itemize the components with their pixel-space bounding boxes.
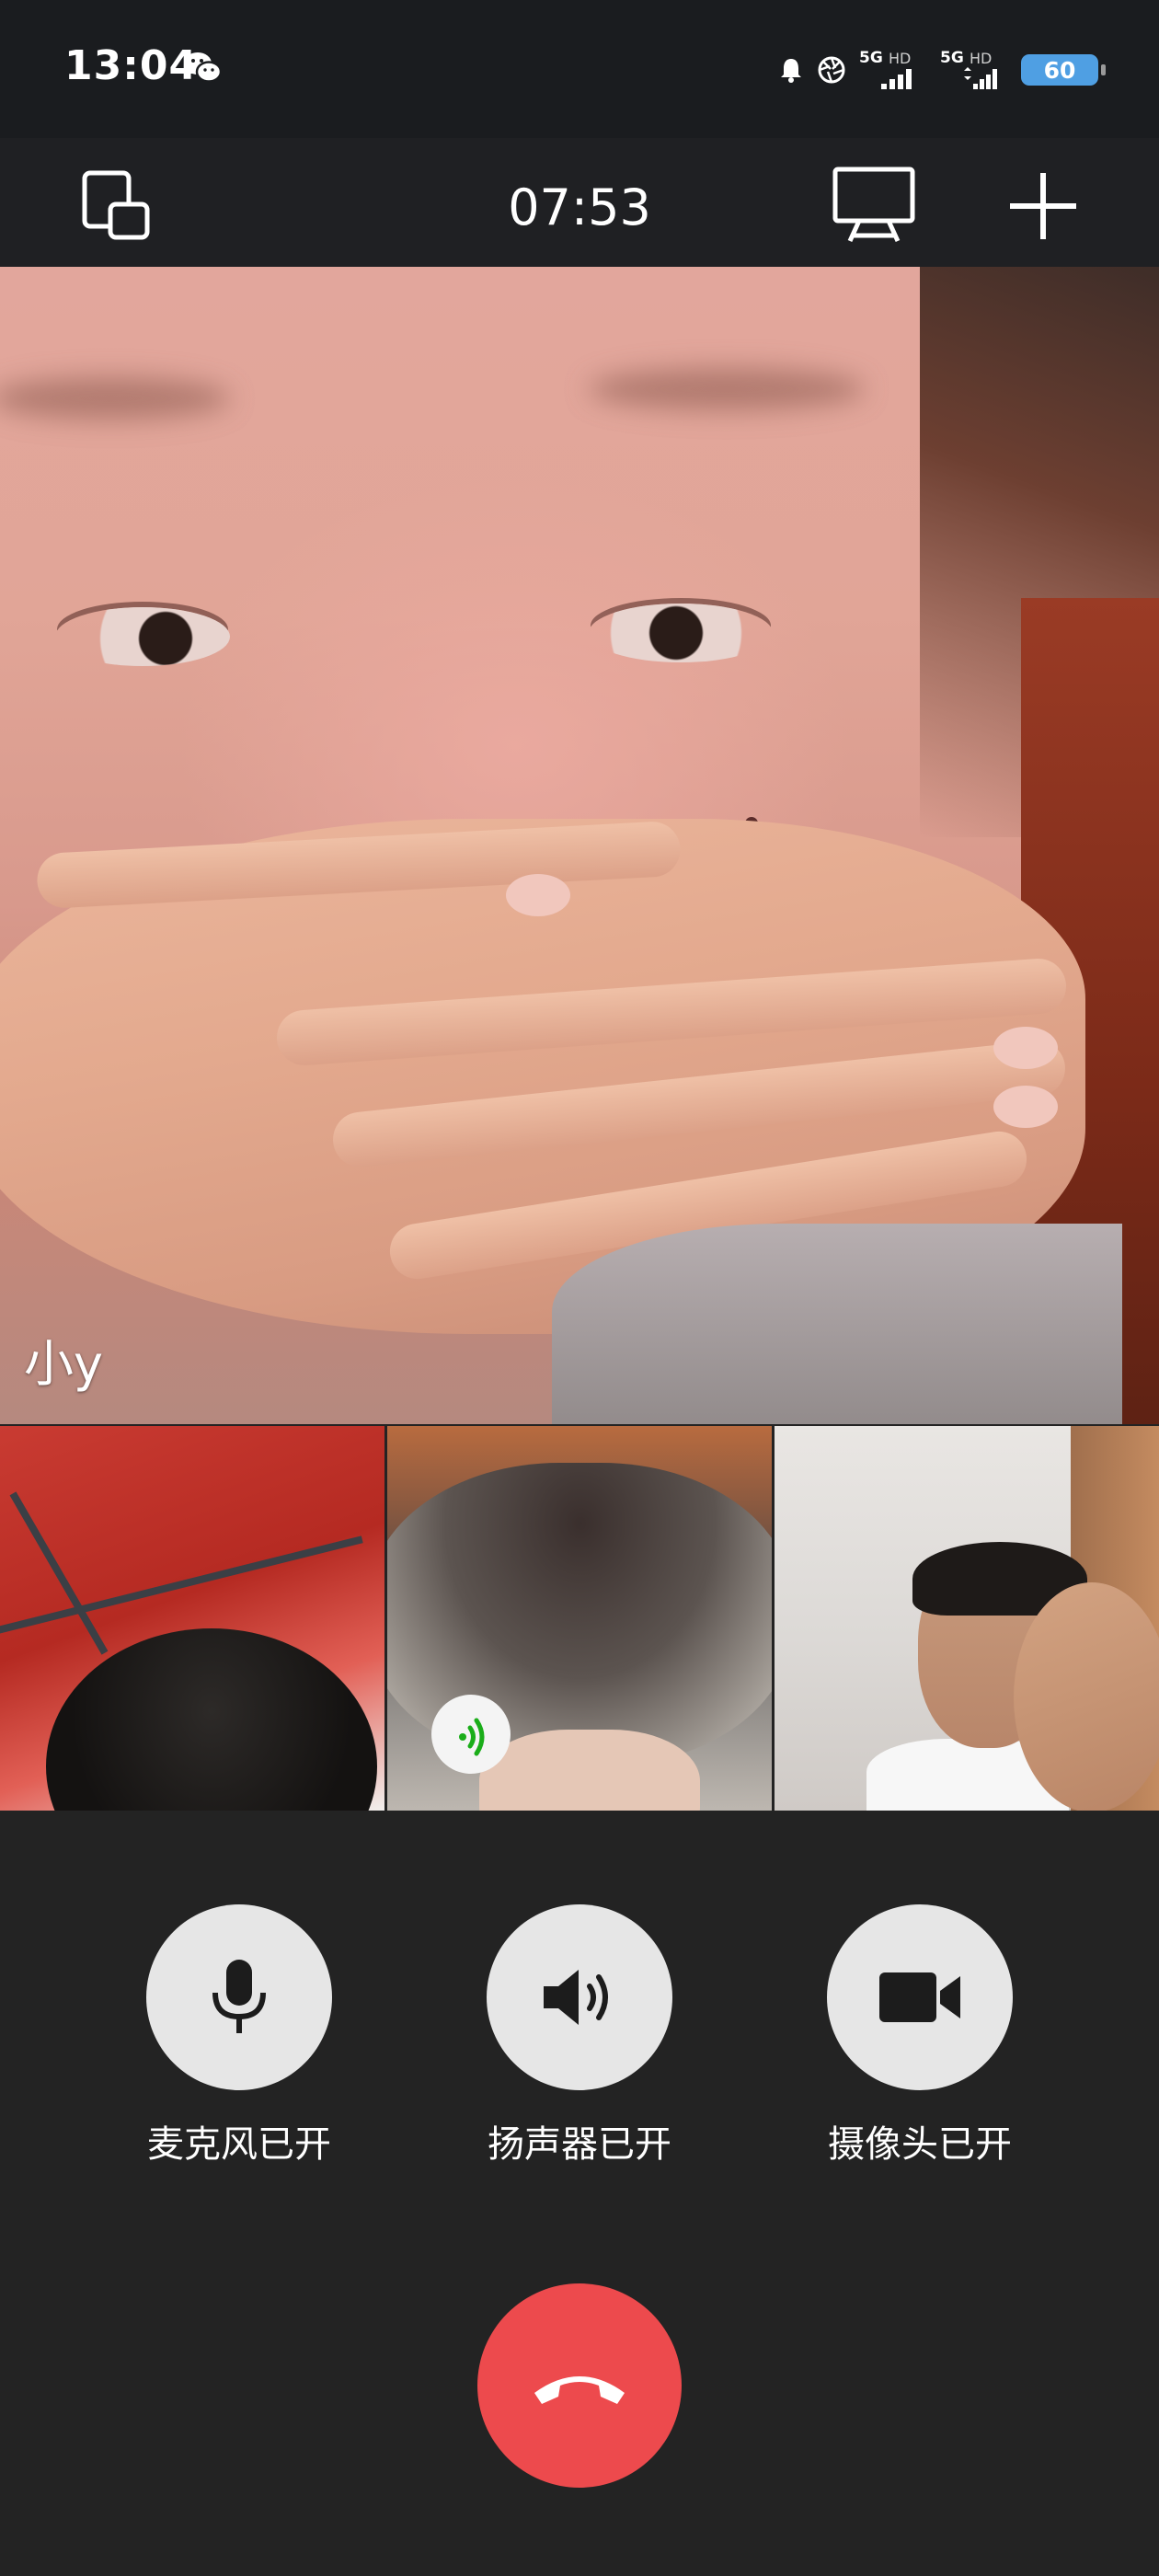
- video-nail: [993, 1027, 1058, 1069]
- network-indicator-2: 5G HD: [940, 49, 1008, 91]
- call-duration: 07:53: [508, 178, 651, 236]
- speaking-indicator: [431, 1695, 511, 1774]
- microphone-button[interactable]: [146, 1904, 332, 2090]
- video-cloth: [552, 1224, 1122, 1424]
- wechat-notification-icon: [184, 52, 223, 83]
- battery-indicator: 60: [1021, 54, 1106, 86]
- participant-thumbnail[interactable]: [775, 1426, 1159, 1811]
- speaker-control: 扬声器已开: [478, 1904, 681, 2168]
- signal-bars-icon: [881, 69, 912, 89]
- thumb-detail: [9, 1491, 109, 1655]
- thumb-arm: [1014, 1582, 1159, 1811]
- participant-name: 小y: [24, 1335, 103, 1393]
- status-bar: 13:04 5G HD 5G HD 60: [0, 0, 1159, 138]
- speaking-wave-icon: [459, 1718, 485, 1756]
- battery-level: 60: [1043, 56, 1076, 84]
- video-nail: [506, 874, 570, 916]
- bell-icon: [781, 59, 801, 83]
- camera-label: 摄像头已开: [828, 2123, 1012, 2166]
- status-time: 13:04: [64, 42, 199, 89]
- network-hd-label: HD: [970, 50, 993, 67]
- aperture-icon: [818, 56, 845, 84]
- microphone-control: 麦克风已开: [138, 1904, 340, 2168]
- camera-control: 摄像头已开: [819, 1904, 1021, 2168]
- network-indicator-1: 5G HD: [859, 49, 927, 91]
- microphone-label: 麦克风已开: [147, 2123, 331, 2166]
- screen-share-icon[interactable]: [832, 166, 916, 245]
- status-right-group: 5G HD 5G HD 60: [778, 48, 1106, 92]
- participant-thumbnail[interactable]: [0, 1426, 384, 1811]
- speaker-label: 扬声器已开: [488, 2123, 671, 2166]
- speaker-icon: [544, 1970, 608, 2025]
- participant-thumbnail[interactable]: [387, 1426, 772, 1811]
- thumb-detail: [0, 1535, 363, 1637]
- network-type-label: 5G: [859, 49, 883, 67]
- add-participant-icon[interactable]: [1006, 169, 1080, 243]
- camera-button[interactable]: [827, 1904, 1013, 2090]
- voip-call-screen: 13:04 5G HD 5G HD 60 07:53 小y 麦克风已开 扬声器已…: [0, 0, 1159, 2576]
- thumb-head: [46, 1628, 377, 1811]
- main-video-feed[interactable]: 小y: [0, 267, 1159, 1424]
- signal-bars-icon: [964, 67, 997, 89]
- video-nail: [993, 1086, 1058, 1128]
- hang-up-button[interactable]: [477, 2283, 682, 2488]
- hang-up-icon: [534, 2376, 625, 2404]
- video-eye: [589, 604, 773, 662]
- video-brow: [589, 368, 865, 410]
- video-eye: [55, 607, 230, 666]
- network-type-label: 5G: [940, 49, 964, 67]
- battery-cap: [1101, 64, 1106, 75]
- video-camera-icon: [879, 1972, 960, 2022]
- video-brow: [0, 377, 230, 420]
- network-hd-label: HD: [889, 50, 912, 67]
- thumb-face: [479, 1730, 700, 1811]
- microphone-icon: [212, 1960, 266, 2033]
- call-toolbar: 07:53: [0, 138, 1159, 267]
- speaker-button[interactable]: [487, 1904, 672, 2090]
